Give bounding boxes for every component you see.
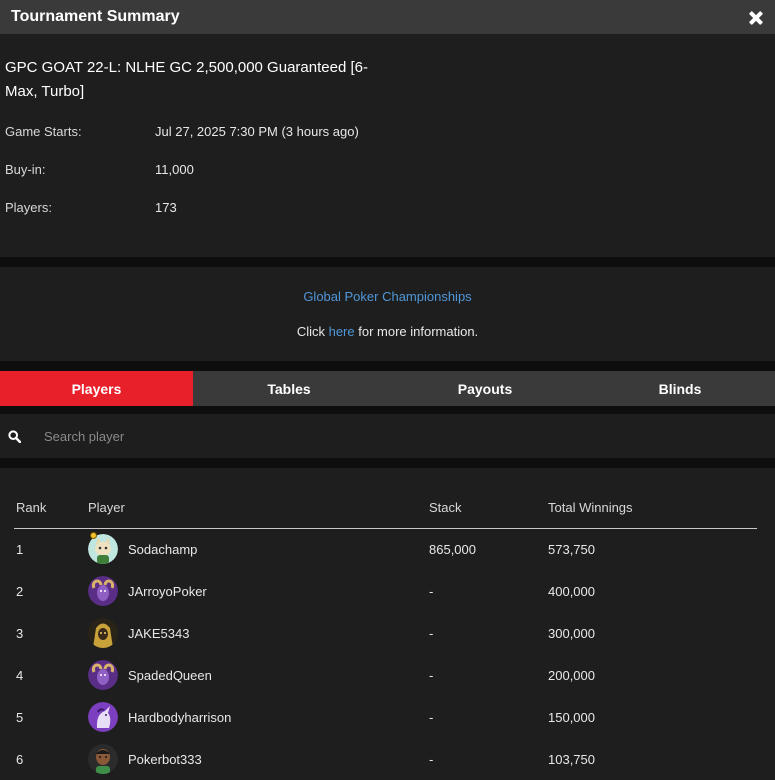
- close-icon[interactable]: [749, 11, 763, 25]
- stack-cell: -: [429, 752, 434, 767]
- winnings-cell: 103,750: [548, 752, 595, 767]
- buy-in-value: 11,000: [155, 162, 194, 177]
- stack-cell: -: [429, 584, 434, 599]
- table-row[interactable]: 3 JAKE5343 - 300,000: [14, 613, 757, 655]
- search-bar: [0, 414, 775, 458]
- tournament-info-panel: GPC GOAT 22-L: NLHE GC 2,500,000 Guarant…: [0, 34, 775, 257]
- winnings-cell: 200,000: [548, 668, 595, 683]
- buy-in-label: Buy-in:: [5, 162, 46, 177]
- rank-cell: 1: [16, 542, 24, 557]
- promo-panel: Global Poker Championships Click here fo…: [0, 267, 775, 361]
- player-name: Pokerbot333: [128, 752, 202, 767]
- player-header[interactable]: Player: [88, 500, 125, 515]
- player-name: Hardbodyharrison: [128, 710, 232, 725]
- stack-cell: -: [429, 710, 434, 725]
- hooded-avatar: [88, 618, 118, 648]
- winnings-header[interactable]: Total Winnings: [548, 500, 633, 515]
- tab-players[interactable]: Players: [0, 371, 193, 406]
- table-row[interactable]: 5 Hardbodyharrison - 150,000: [14, 697, 757, 739]
- tab-bar: Players Tables Payouts Blinds: [0, 371, 775, 406]
- winnings-cell: 573,750: [548, 542, 595, 557]
- rank-cell: 6: [16, 752, 24, 767]
- stack-cell: 865,000: [429, 542, 476, 557]
- tab-tables[interactable]: Tables: [193, 371, 385, 406]
- ram-avatar: [88, 576, 118, 606]
- players-value: 173: [155, 200, 177, 215]
- rank-cell: 5: [16, 710, 24, 725]
- more-info-suffix: for more information.: [354, 324, 479, 339]
- more-info-prefix: Click: [296, 324, 329, 339]
- more-info-link[interactable]: here: [329, 324, 355, 339]
- table-row[interactable]: 4 SpadedQueen - 200,000: [14, 655, 757, 697]
- more-info-line: Click here for more information.: [0, 324, 775, 339]
- winnings-cell: 300,000: [548, 626, 595, 641]
- stack-cell: -: [429, 626, 434, 641]
- game-starts-label: Game Starts:: [5, 124, 82, 139]
- ram-avatar: [88, 660, 118, 690]
- player-name: Sodachamp: [128, 542, 198, 557]
- rank-cell: 2: [16, 584, 24, 599]
- table-row[interactable]: 1 Sodachamp 865,000 573,750: [14, 529, 757, 571]
- badge-icon: [90, 532, 97, 539]
- table-header: Rank Player Stack Total Winnings: [14, 498, 757, 529]
- player-name: JAKE5343: [128, 626, 190, 641]
- title-bar: Tournament Summary: [0, 0, 775, 34]
- stack-header[interactable]: Stack: [429, 500, 462, 515]
- players-table: Rank Player Stack Total Winnings 1 Sodac…: [0, 468, 775, 780]
- rank-header[interactable]: Rank: [16, 500, 46, 515]
- players-label: Players:: [5, 200, 52, 215]
- stack-cell: -: [429, 668, 434, 683]
- tournament-name: GPC GOAT 22-L: NLHE GC 2,500,000 Guarant…: [5, 59, 368, 100]
- winnings-cell: 400,000: [548, 584, 595, 599]
- table-row[interactable]: 6 Pokerbot333 - 103,750: [14, 739, 757, 780]
- person-avatar: [88, 744, 118, 774]
- player-name: SpadedQueen: [128, 668, 212, 683]
- tab-payouts[interactable]: Payouts: [385, 371, 585, 406]
- unicorn-avatar: [88, 702, 118, 732]
- search-input[interactable]: [36, 422, 736, 450]
- winnings-cell: 150,000: [548, 710, 595, 725]
- window-title: Tournament Summary: [11, 8, 180, 25]
- rank-cell: 4: [16, 668, 24, 683]
- tab-blinds[interactable]: Blinds: [585, 371, 775, 406]
- player-name: JArroyoPoker: [128, 584, 207, 599]
- search-icon: [8, 430, 21, 443]
- table-row[interactable]: 2 JArroyoPoker - 400,000: [14, 571, 757, 613]
- rank-cell: 3: [16, 626, 24, 641]
- game-starts-value: Jul 27, 2025 7:30 PM (3 hours ago): [155, 124, 359, 139]
- series-link[interactable]: Global Poker Championships: [0, 289, 775, 304]
